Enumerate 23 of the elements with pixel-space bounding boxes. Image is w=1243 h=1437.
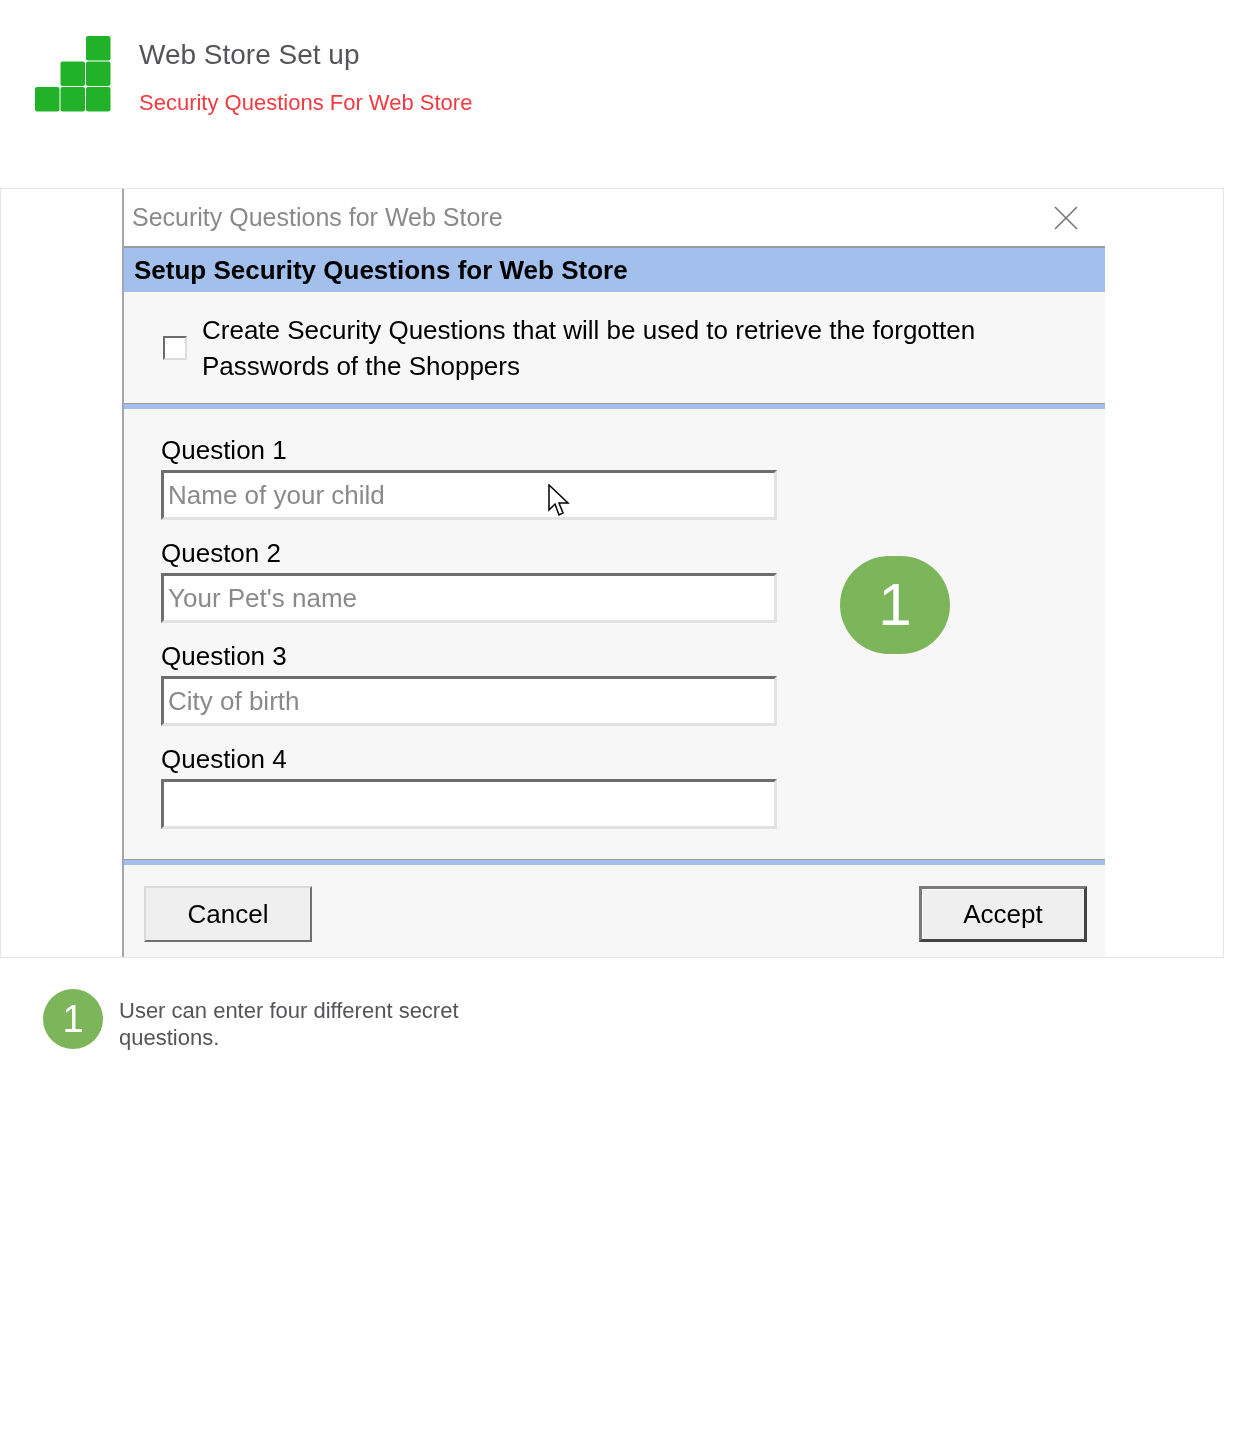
question-label: Question 1 [161,435,288,465]
question-label: Question 4 [161,744,288,774]
callout-badge: 1 [43,989,103,1049]
logo-icon [35,36,111,112]
page-subtitle: Security Questions For Web Store [139,90,473,116]
close-icon [1054,205,1078,230]
dialog-title: Security Questions for Web Store [132,201,503,233]
question-label: Queston 2 [161,538,282,568]
accept-button[interactable]: Accept [919,886,1087,942]
cursor-icon [548,484,570,518]
question-input[interactable]: Name of your child [161,470,777,520]
checkbox-label: Create Security Questions that will be used to retrieve the forgotten Passwords of the Shoppers [202,313,977,383]
page-title: Web Store Set up [139,39,361,71]
question-label: Question 3 [161,641,288,671]
callout-badge: 1 [840,556,950,654]
cancel-button[interactable]: Cancel [144,886,312,942]
question-input[interactable]: City of birth [161,676,777,726]
checkbox[interactable] [163,335,187,360]
section-heading: Setup Security Questions for Web Store [134,253,628,287]
note-text: User can enter four different secret questions. [119,997,460,1051]
close-button[interactable] [1053,204,1079,231]
question-input[interactable]: Your Pet's name [161,573,777,623]
question-input[interactable] [161,779,777,829]
